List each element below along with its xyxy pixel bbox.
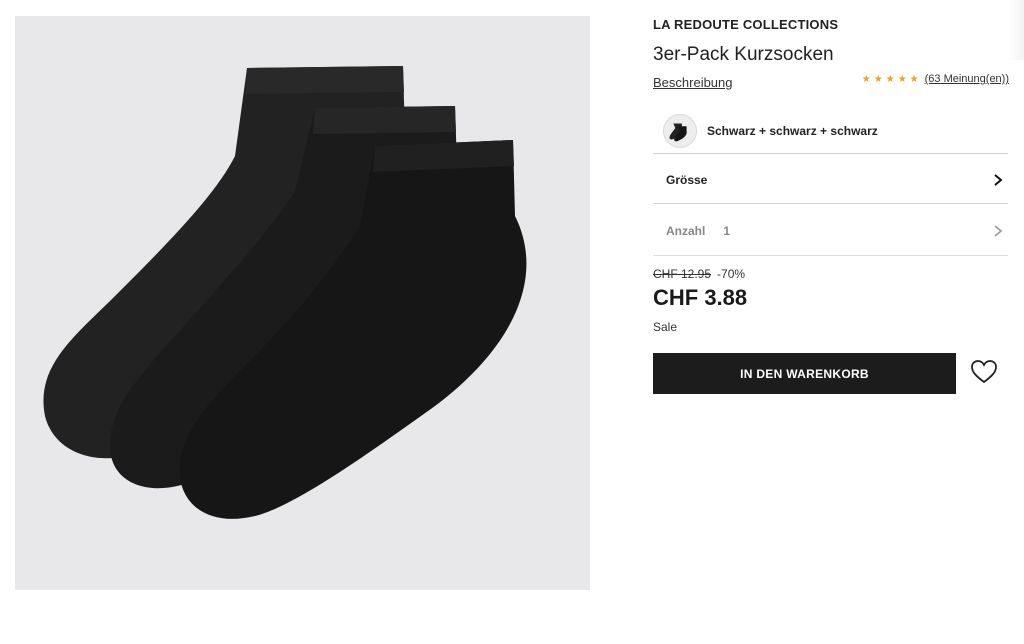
brand-name[interactable]: LA REDOUTE COLLECTIONS (653, 17, 838, 32)
scrollbar[interactable] (1008, 0, 1024, 60)
socks-photo (15, 16, 590, 590)
discount-badge: -70% (717, 267, 746, 281)
product-title: 3er-Pack Kurzsocken (653, 44, 834, 65)
chevron-right-icon (994, 224, 1003, 237)
color-selector[interactable]: Schwarz + schwarz + schwarz (653, 108, 1008, 154)
quantity-label: Anzahl (666, 223, 706, 238)
color-label: Schwarz + schwarz + schwarz (707, 123, 878, 138)
rating: ★★★★★ (63 Meinung(en)) (862, 73, 1009, 85)
heart-icon[interactable] (970, 358, 998, 386)
chevron-right-icon (994, 173, 1003, 186)
current-price: CHF 3.88 (653, 285, 748, 310)
sale-label: Sale (653, 320, 678, 334)
rating-stars-icon: ★★★★★ (861, 73, 922, 85)
size-label: Grösse (666, 172, 708, 187)
old-price-row: CHF 12.95 -70% (653, 267, 745, 281)
size-selector[interactable]: Grösse (653, 156, 1008, 204)
quantity-selector[interactable]: Anzahl 1 (653, 206, 1008, 256)
description-link[interactable]: Beschreibung (653, 75, 733, 90)
add-to-cart-button[interactable]: IN DEN WARENKORB (653, 353, 956, 394)
quantity-value: 1 (723, 223, 731, 238)
socks-swatch-icon (663, 113, 697, 148)
reviews-link[interactable]: (63 Meinung(en)) (925, 73, 1009, 85)
old-price: CHF 12.95 (653, 267, 712, 281)
product-image[interactable] (15, 16, 590, 590)
